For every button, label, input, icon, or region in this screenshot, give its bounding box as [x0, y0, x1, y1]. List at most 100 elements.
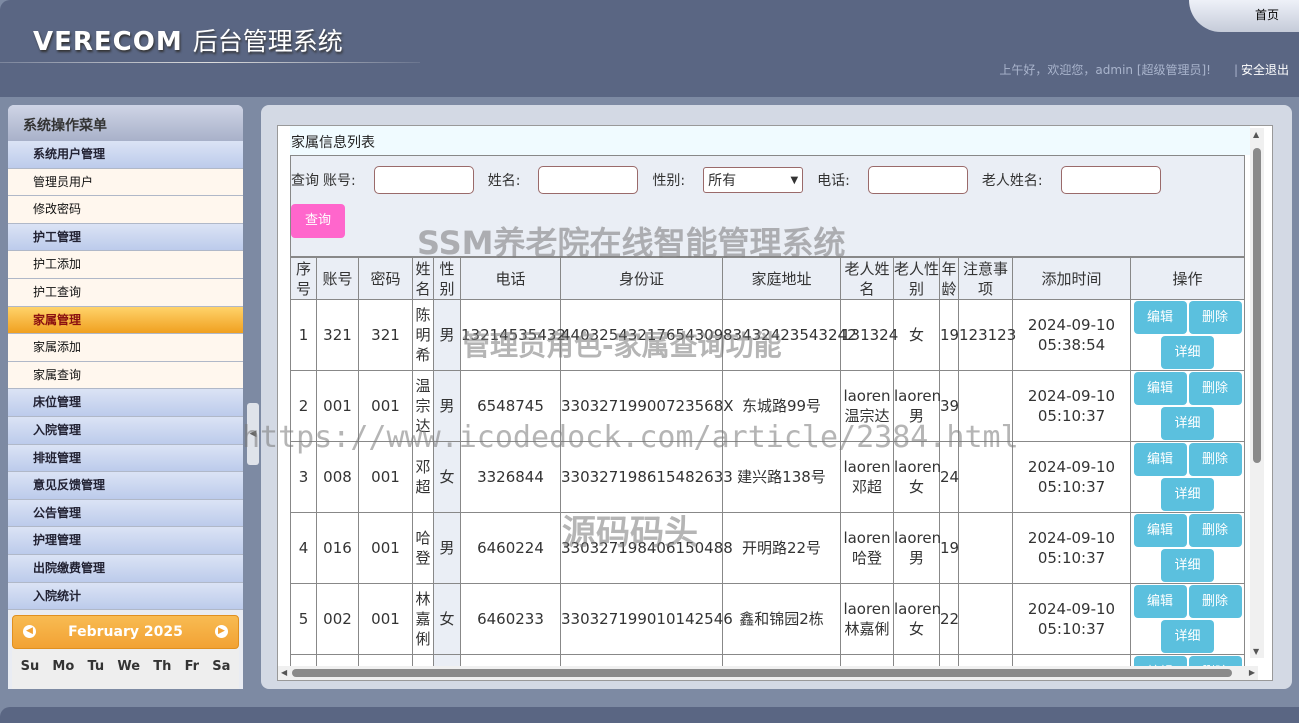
header: VERECOM 后台管理系统 首页 上午好，欢迎您，admin [超级管理员]!…: [0, 0, 1299, 97]
sidebar-item[interactable]: 排班管理: [8, 444, 243, 473]
table-cell: 马: [412, 654, 434, 666]
table-cell: 321: [316, 299, 359, 371]
gender-label: 性别:: [652, 173, 686, 189]
detail-button[interactable]: 详细: [1161, 478, 1214, 511]
prev-month-icon[interactable]: ◀: [23, 625, 36, 638]
detail-button[interactable]: 详细: [1161, 620, 1214, 653]
column-header: 电话: [460, 257, 561, 300]
sidebar-menu: 系统用户管理 管理员用户 修改密码 护工管理 护工添加 护工查询 家属管理 家属添加 家属查询床…: [8, 141, 243, 611]
delete-button[interactable]: 删除: [1188, 514, 1242, 547]
delete-button[interactable]: 删除: [1188, 301, 1242, 334]
sidebar-item[interactable]: 管理员用户: [8, 168, 243, 197]
logo: VERECOM 后台管理系统: [33, 22, 343, 58]
table-cell: 邓超: [412, 441, 434, 513]
weekday-label: Th: [153, 659, 172, 674]
query-button[interactable]: 查询: [291, 204, 345, 238]
account-input[interactable]: [373, 166, 474, 194]
sidebar-item[interactable]: 家属查询: [8, 361, 243, 390]
actions-cell: 编辑删除详细: [1130, 370, 1245, 442]
elder-name-label: 老人姓名:: [981, 173, 1043, 189]
delete-button[interactable]: 删除: [1188, 372, 1242, 405]
table-cell: 男: [433, 512, 461, 584]
edit-button[interactable]: 编辑: [1133, 372, 1187, 405]
table-cell: 016: [316, 512, 359, 584]
sidebar-item[interactable]: 意见反馈管理: [8, 472, 243, 500]
column-header: 序号: [290, 257, 317, 300]
table-cell: laoren温宗达: [840, 370, 894, 442]
scrollbar-thumb[interactable]: [292, 669, 1232, 677]
detail-button[interactable]: 详细: [1161, 407, 1214, 440]
sidebar-item[interactable]: 床位管理: [8, 389, 243, 417]
table-cell: [939, 654, 959, 666]
calendar-weekdays: Su Mo Tu We Th Fr Sa: [12, 649, 239, 674]
actions-cell: 编辑删除详细: [1130, 654, 1245, 666]
table-cell: 24: [939, 441, 959, 513]
edit-button[interactable]: 编辑: [1133, 585, 1187, 618]
table-header: 序号 账号 密码 姓名 性别 电话 身份证 家庭地址 老人姓名 老人性别 年龄 注意事项 添加时间 操作: [290, 257, 1245, 300]
table-row: 2 001 001 温宗达男 6548745 33032719900723568X 东城路9…: [290, 370, 1245, 442]
sidebar-item[interactable]: 护工管理: [8, 223, 243, 252]
main-panel: 家属信息列表 查询 账号: 姓名: 性别: 所有 ▼ 电话: 老人姓名: 查询 序…: [261, 105, 1292, 689]
table-cell: 330327199010142546: [560, 583, 733, 655]
sidebar-item[interactable]: 护理管理: [8, 527, 243, 555]
column-header: 家庭地址: [722, 257, 841, 300]
column-header: 身份证: [560, 257, 723, 300]
next-month-icon[interactable]: ▶: [215, 625, 228, 638]
delete-button[interactable]: 删除: [1188, 443, 1242, 476]
column-header: 老人性别: [893, 257, 940, 300]
table-cell: 330327198406150488: [560, 512, 733, 584]
sidebar-item[interactable]: 出院缴费管理: [8, 554, 243, 583]
table-cell: 123123: [958, 299, 1016, 371]
elder-name-input[interactable]: [1060, 166, 1161, 194]
actions-cell: 编辑删除详细: [1130, 299, 1245, 371]
scrollbar-thumb[interactable]: [1253, 148, 1261, 463]
sidebar-item[interactable]: 公告管理: [8, 499, 243, 528]
table-cell: [958, 441, 1013, 513]
name-input[interactable]: [538, 166, 639, 194]
horizontal-scrollbar[interactable]: ◀ ▶: [278, 666, 1258, 680]
content: 家属信息列表 查询 账号: 姓名: 性别: 所有 ▼ 电话: 老人姓名: 查询 序…: [290, 126, 1250, 666]
table-cell: 001: [358, 441, 413, 513]
table-cell: 女: [433, 583, 461, 655]
gender-select[interactable]: 所有 ▼: [703, 167, 804, 193]
home-tab[interactable]: 首页: [1189, 0, 1299, 32]
sidebar-item[interactable]: 修改密码: [8, 196, 243, 224]
logout-link[interactable]: 安全退出: [1241, 63, 1289, 77]
vertical-scrollbar[interactable]: ▲ ▼: [1250, 128, 1264, 658]
edit-button[interactable]: 编辑: [1133, 656, 1187, 666]
detail-button[interactable]: 详细: [1161, 336, 1214, 369]
logo-en: VERECOM: [33, 27, 183, 57]
column-header: 性别: [433, 257, 461, 300]
table-cell: laoren男: [893, 512, 941, 584]
welcome-text: 上午好，欢迎您，admin [超级管理员]!: [999, 63, 1211, 77]
actions-cell: 编辑删除详细: [1130, 583, 1245, 655]
sidebar-item[interactable]: 系统用户管理: [8, 141, 243, 169]
table-cell: 5: [290, 583, 317, 655]
sidebar-item[interactable]: 护工添加: [8, 251, 243, 279]
table-cell: 321: [358, 299, 413, 371]
sidebar-item[interactable]: 入院管理: [8, 416, 243, 445]
column-header: 操作: [1130, 257, 1245, 300]
weekday-label: Tu: [87, 659, 105, 674]
table-cell: [840, 654, 894, 666]
edit-button[interactable]: 编辑: [1133, 443, 1187, 476]
table-cell: 001: [316, 370, 359, 442]
sidebar-item[interactable]: 家属添加: [8, 334, 243, 362]
delete-button[interactable]: 删除: [1188, 585, 1242, 618]
separator: |: [1233, 63, 1238, 77]
edit-button[interactable]: 编辑: [1133, 301, 1187, 334]
phone-input[interactable]: [867, 166, 968, 194]
table-cell: 3326844: [460, 441, 561, 513]
search-prefix: 查询: [291, 173, 319, 189]
table-cell: 4: [290, 512, 317, 584]
sidebar-collapse-handle[interactable]: ◀: [247, 403, 259, 465]
table-cell: 2024-09-10 05:10:37: [1012, 583, 1131, 655]
sidebar-item[interactable]: 家属管理: [8, 306, 243, 335]
detail-button[interactable]: 详细: [1161, 549, 1214, 582]
table-cell: 1: [290, 299, 317, 371]
sidebar-item[interactable]: 护工查询: [8, 278, 243, 307]
sidebar-item[interactable]: 入院统计: [8, 582, 243, 611]
edit-button[interactable]: 编辑: [1133, 514, 1187, 547]
delete-button[interactable]: 删除: [1188, 656, 1242, 666]
table-row: 马 编辑删除详细: [290, 654, 1245, 666]
